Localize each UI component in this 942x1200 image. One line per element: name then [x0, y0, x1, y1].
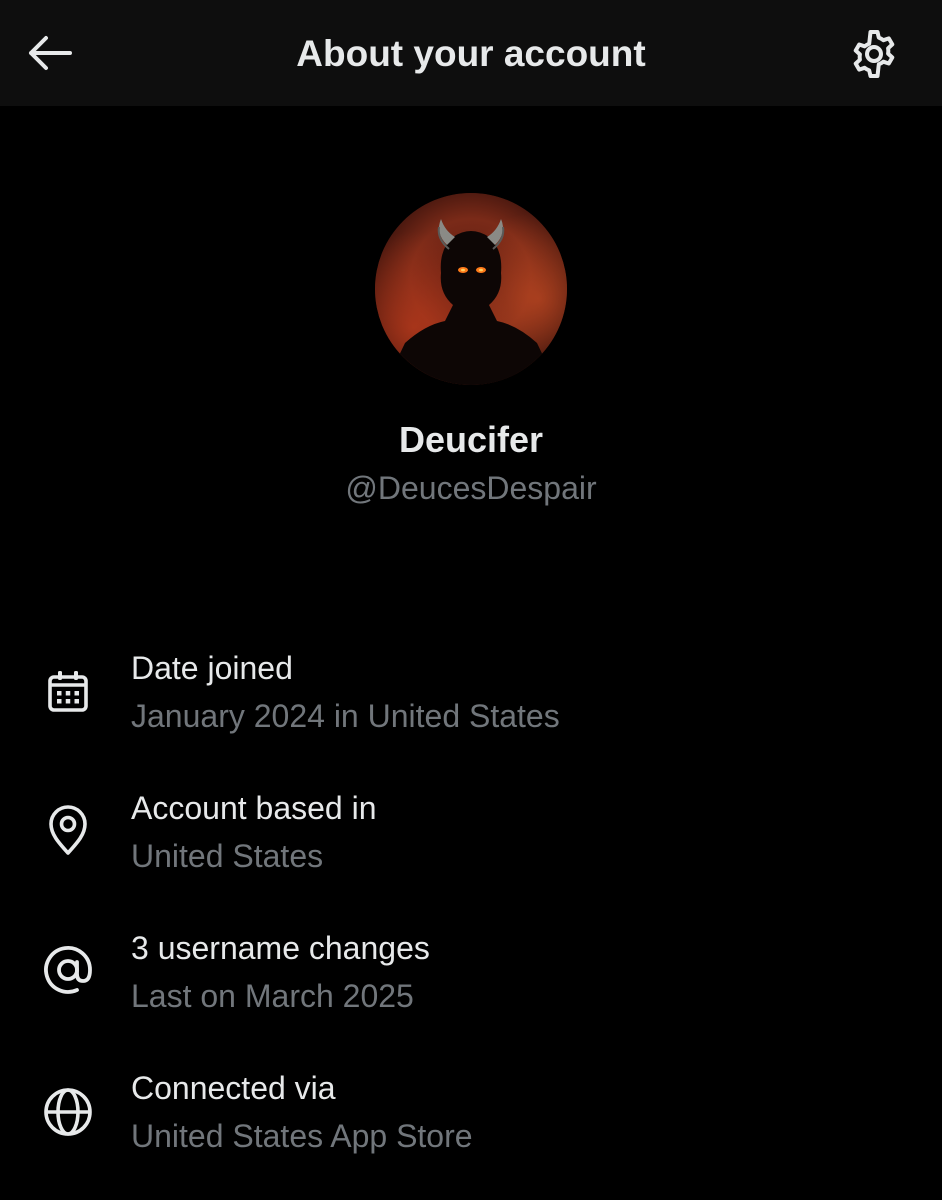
avatar[interactable] — [375, 193, 567, 385]
row-title: Account based in — [131, 790, 377, 826]
settings-button[interactable] — [846, 27, 902, 81]
row-subtitle: Last on March 2025 — [131, 978, 414, 1014]
at-sign-icon — [38, 940, 98, 1000]
row-subtitle: United States App Store — [131, 1118, 473, 1154]
account-based-in-row: Account based in United States — [0, 786, 942, 896]
date-joined-row: Date joined January 2024 in United State… — [0, 646, 942, 756]
page-title: About your account — [296, 33, 646, 74]
calendar-icon — [38, 662, 98, 722]
dark-horned-figure-avatar — [375, 193, 567, 385]
connected-via-row: Connected via United States App Store — [0, 1066, 942, 1176]
row-title: Date joined — [131, 650, 293, 686]
row-subtitle: United States — [131, 838, 324, 874]
gear-icon — [853, 30, 895, 78]
top-bar: About your account — [0, 0, 942, 106]
globe-icon — [38, 1082, 98, 1142]
profile-name: Deucifer — [398, 419, 544, 460]
location-pin-icon — [38, 800, 98, 860]
row-subtitle: January 2024 in United States — [131, 698, 560, 734]
profile-handle: @DeucesDespair — [345, 470, 597, 506]
row-title: 3 username changes — [131, 930, 430, 966]
row-title: Connected via — [131, 1070, 336, 1106]
username-changes-row: 3 username changes Last on March 2025 — [0, 926, 942, 1036]
